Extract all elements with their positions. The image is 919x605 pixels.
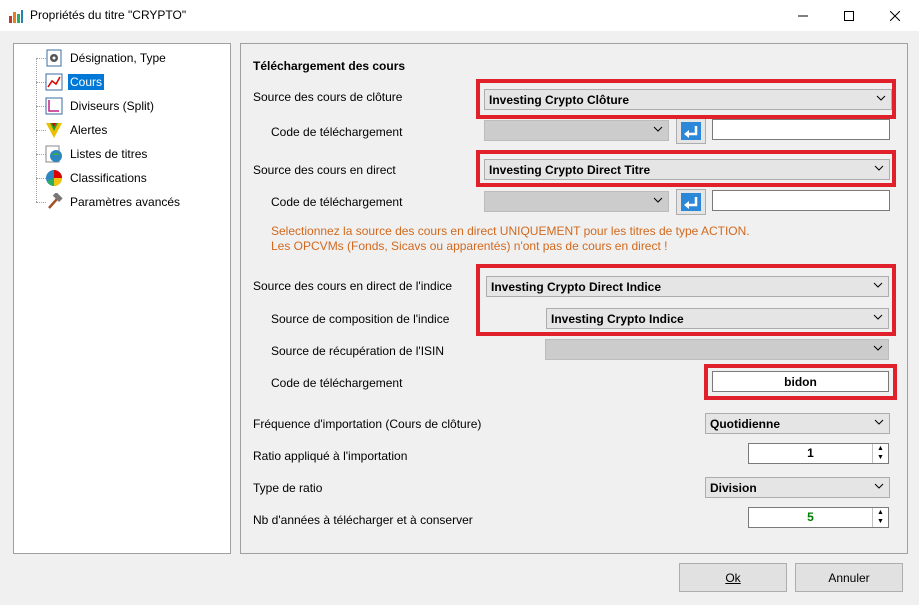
cloture-code-label: Code de téléchargement (271, 125, 403, 139)
hammer-icon (44, 192, 64, 212)
title-bar: Propriétés du titre "CRYPTO" (0, 0, 919, 31)
pie-chart-icon (44, 168, 64, 188)
ratio-value: 1 (807, 446, 814, 460)
direct-fetch-code-button[interactable] (676, 189, 706, 215)
ratio-spin-arrows[interactable]: ▲ ▼ (872, 444, 888, 463)
frequence-label: Fréquence d'importation (Cours de clôtur… (253, 417, 482, 431)
tree-item-label: Classifications (70, 171, 147, 185)
cloture-fetch-code-button[interactable] (676, 118, 706, 144)
indice-code-label: Code de téléchargement (271, 376, 403, 390)
cancel-button-label: Annuler (828, 570, 870, 585)
composition-label: Source de composition de l'indice (271, 312, 450, 326)
spin-down-icon[interactable]: ▼ (873, 453, 888, 462)
chevron-down-icon (874, 419, 884, 425)
chevron-down-icon (874, 483, 884, 489)
spin-up-icon[interactable]: ▲ (873, 444, 888, 453)
tree-item-label: Désignation, Type (70, 51, 166, 65)
spin-up-icon[interactable]: ▲ (873, 508, 888, 517)
isin-label: Source de récupération de l'ISIN (271, 344, 445, 358)
tree-item-label: Alertes (70, 123, 108, 137)
cloture-source-label: Source des cours de clôture (253, 90, 403, 104)
chevron-down-icon (873, 345, 883, 351)
note-line-2: Les OPCVMs (Fonds, Sicavs ou apparentés)… (271, 239, 668, 253)
category-tree: Désignation, Type Cours Diviseurs (Split… (13, 43, 231, 554)
ok-button-label: Ok (725, 570, 741, 585)
highlight-direct (476, 150, 896, 187)
type-ratio-value: Division (710, 480, 757, 495)
nb-annees-spin-arrows[interactable]: ▲ ▼ (872, 508, 888, 527)
cancel-button[interactable]: Annuler (795, 563, 903, 592)
tree-item-parametres[interactable]: Paramètres avancés (44, 191, 182, 213)
highlight-cloture (476, 79, 896, 119)
highlight-indice-code (704, 364, 897, 400)
tree-item-cours[interactable]: Cours (44, 71, 105, 93)
window-title: Propriétés du titre "CRYPTO" (30, 8, 187, 22)
type-ratio-select[interactable]: Division (705, 477, 890, 498)
tree-item-alertes[interactable]: Alertes (44, 119, 109, 141)
maximize-button[interactable] (826, 0, 872, 31)
app-icon (9, 10, 23, 23)
tree-item-label: Cours (68, 74, 105, 90)
type-ratio-label: Type de ratio (253, 481, 323, 495)
section-heading: Téléchargement des cours (253, 59, 406, 73)
globe-list-icon (44, 144, 64, 164)
tree-item-listes[interactable]: Listes de titres (44, 143, 149, 165)
ok-button[interactable]: Ok (679, 563, 787, 592)
direct-code-input[interactable] (712, 190, 890, 211)
note-line-1: Selectionnez la source des cours en dire… (271, 224, 750, 238)
tree-item-label: Diviseurs (Split) (70, 99, 155, 113)
alert-triangle-icon (44, 120, 64, 140)
frequence-value: Quotidienne (710, 416, 780, 431)
spin-down-icon[interactable]: ▼ (873, 517, 888, 526)
line-chart-icon (44, 72, 64, 92)
arrow-back-icon (681, 193, 701, 211)
chevron-down-icon (653, 197, 663, 203)
direct-code-select[interactable] (484, 191, 669, 212)
cloture-code-input[interactable] (712, 119, 890, 140)
tree-item-designation[interactable]: Désignation, Type (44, 47, 168, 69)
nb-annees-label: Nb d'années à télécharger et à conserver (253, 513, 473, 527)
minimize-button[interactable] (780, 0, 826, 31)
tree-item-label: Listes de titres (70, 147, 148, 161)
highlight-indice (476, 264, 896, 336)
direct-code-label: Code de téléchargement (271, 195, 403, 209)
close-icon (890, 10, 900, 21)
minimize-icon (798, 15, 808, 16)
arrow-back-icon (681, 122, 701, 140)
direct-source-label: Source des cours en direct (253, 163, 396, 177)
tree-item-classifications[interactable]: Classifications (44, 167, 149, 189)
nb-annees-spinner[interactable]: 5 ▲ ▼ (748, 507, 889, 528)
ratio-spinner[interactable]: 1 ▲ ▼ (748, 443, 889, 464)
indice-source-label: Source des cours en direct de l'indice (253, 279, 453, 293)
close-button[interactable] (872, 0, 918, 31)
split-icon (44, 96, 64, 116)
cloture-code-select[interactable] (484, 120, 669, 141)
ratio-label: Ratio appliqué à l'importation (253, 449, 408, 463)
chevron-down-icon (653, 126, 663, 132)
gear-doc-icon (44, 48, 64, 68)
maximize-icon (844, 10, 854, 21)
nb-annees-value: 5 (807, 510, 814, 524)
isin-select[interactable] (545, 339, 889, 360)
frequence-select[interactable]: Quotidienne (705, 413, 890, 434)
tree-item-label: Paramètres avancés (70, 195, 181, 209)
tree-item-diviseurs[interactable]: Diviseurs (Split) (44, 95, 156, 117)
